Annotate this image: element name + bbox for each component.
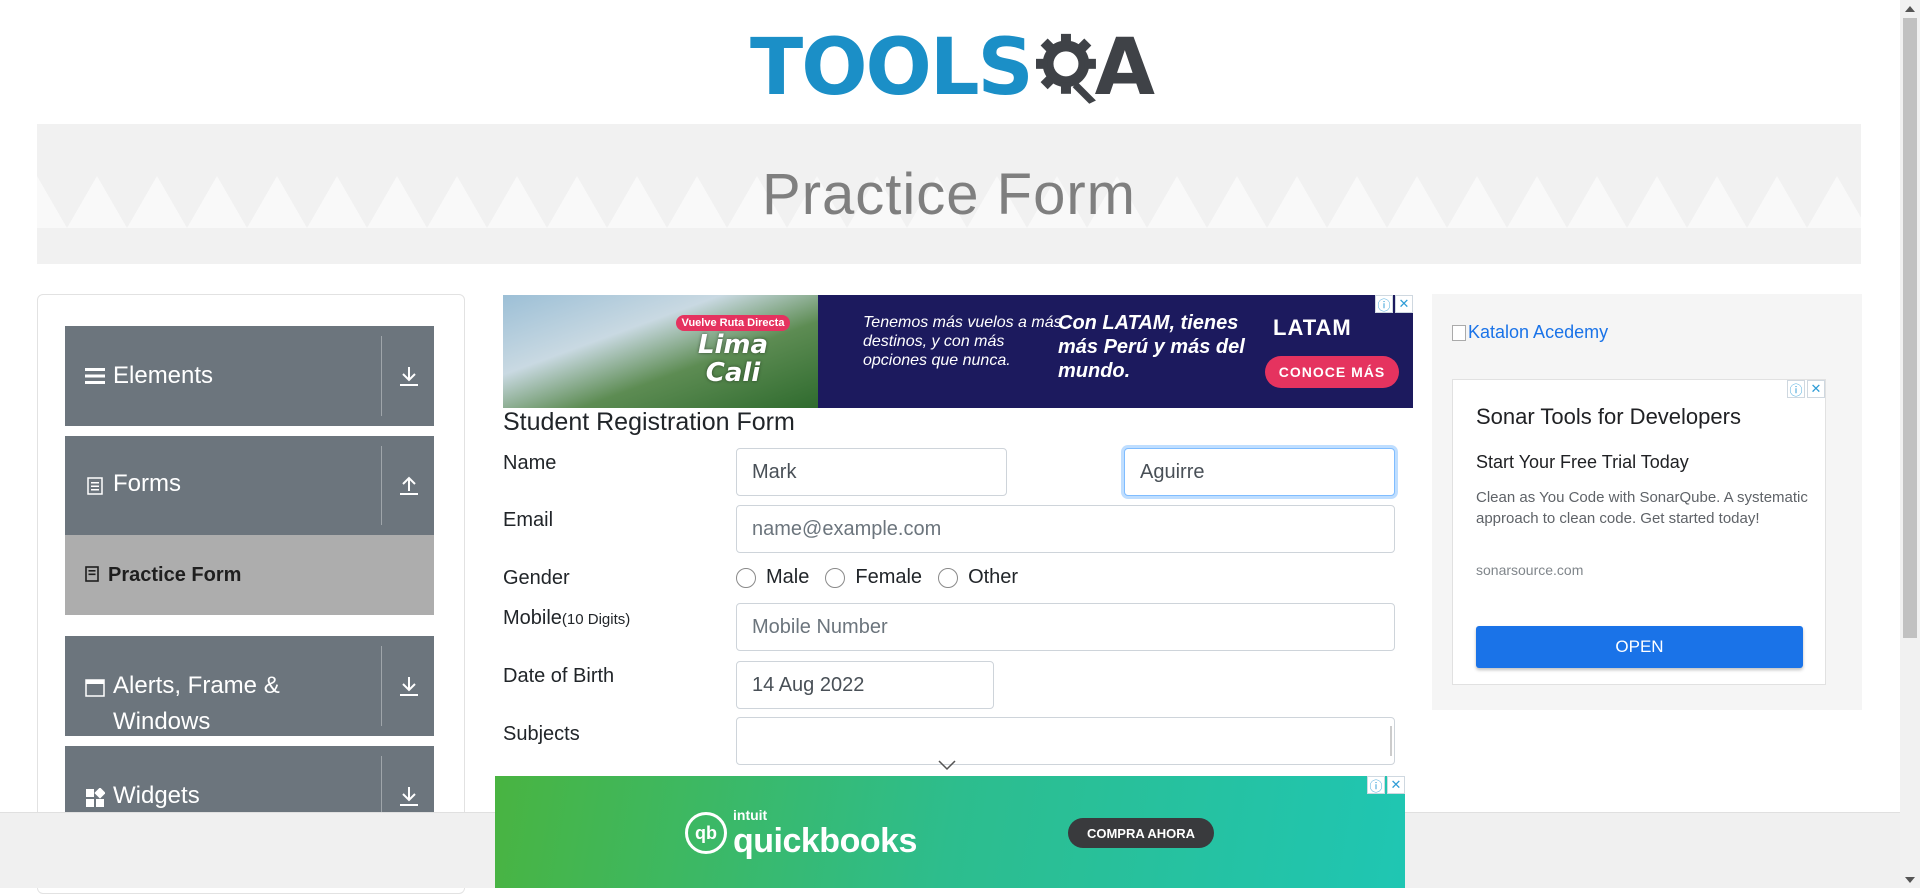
hamburger-icon (85, 366, 105, 386)
sonar-ad-title: Sonar Tools for Developers (1476, 404, 1741, 429)
subjects-label: Subjects (503, 723, 580, 745)
gender-male-radio[interactable]: Male (736, 566, 809, 589)
page-banner: Practice Form (37, 124, 1861, 264)
sidebar-group-forms[interactable]: Forms (65, 436, 434, 535)
sidebar-group-alerts[interactable]: Alerts, Frame & Windows (65, 636, 434, 736)
sidebar-group-label-line2: Windows (113, 708, 211, 735)
download-arrow-icon[interactable] (394, 781, 424, 811)
sonar-ad[interactable]: ⓘ ✕ Sonar Tools for Developers Start You… (1452, 379, 1826, 685)
katalon-ad-alt: Katalon Acedemy (1468, 322, 1609, 342)
divider (381, 646, 382, 726)
page-title: Practice Form (762, 161, 1136, 227)
email-input[interactable] (736, 505, 1395, 553)
ad-badges: ⓘ ✕ (1367, 776, 1405, 794)
upload-arrow-icon[interactable] (394, 470, 424, 500)
mobile-number-input[interactable] (736, 603, 1395, 651)
ad-brand: LATAM (1273, 315, 1352, 340)
widgets-icon (85, 788, 105, 808)
radio-label: Other (968, 566, 1019, 588)
subjects-separator (1390, 726, 1392, 756)
ad-city-1: Lima (697, 330, 769, 360)
divider (381, 446, 382, 525)
last-name-input[interactable] (1124, 448, 1395, 496)
open-button[interactable]: OPEN (1476, 626, 1803, 668)
ad-badges: ⓘ ✕ (1787, 380, 1825, 398)
sidebar-item-label: Practice Form (108, 563, 242, 586)
latam-advertisement[interactable]: Vuelve Ruta Directa Lima Cali Tenemos má… (503, 295, 1413, 408)
divider (381, 336, 382, 416)
sidebar-group-elements[interactable]: Elements (65, 326, 434, 426)
close-icon[interactable]: ✕ (1387, 776, 1405, 794)
quickbooks-logo: qb intuit quickbooks (685, 808, 917, 858)
download-arrow-icon[interactable] (394, 671, 424, 701)
quickbooks-advertisement[interactable]: qb intuit quickbooks COMPRA AHORA ⓘ ✕ (495, 776, 1405, 888)
gear-icon (1035, 33, 1096, 104)
date-of-birth-label: Date of Birth (503, 665, 615, 687)
ad-badges: ⓘ ✕ (1375, 295, 1413, 313)
ad-city-2: Cali (705, 358, 761, 388)
sidebar-item-practice-form[interactable]: Practice Form (65, 535, 434, 615)
sonar-ad-subtitle: Start Your Free Trial Today (1476, 452, 1689, 472)
sidebar-group-label: Alerts, Frame & (113, 672, 280, 699)
sonar-ad-description: Clean as You Code with SonarQube. A syst… (1476, 489, 1808, 527)
ad-cta-button[interactable]: CONOCE MÁS (1265, 356, 1399, 388)
download-arrow-icon[interactable] (394, 361, 424, 391)
logo-letter: A (1094, 23, 1155, 113)
toolsqa-logo[interactable]: TOOLS A (750, 18, 1155, 118)
sidebar: Elements Forms Practice Form Alerts, Fra… (37, 294, 465, 894)
mobile-label: Mobile(10 Digits) (503, 607, 630, 630)
adchoices-icon[interactable]: ⓘ (1367, 776, 1385, 794)
sonar-ad-domain[interactable]: sonarsource.com (1476, 562, 1583, 578)
subjects-input[interactable] (736, 717, 1395, 765)
window-icon (85, 678, 105, 698)
intuit-text: intuit (733, 807, 768, 823)
side-advertisement: Katalon Acedemy ⓘ ✕ Sonar Tools for Deve… (1432, 294, 1862, 710)
logo-text: TOOLS (750, 23, 1034, 113)
ad-route: Vuelve Ruta Directa Lima Cali (673, 313, 793, 387)
sidebar-group-label: Forms (113, 470, 181, 497)
mobile-hint: (10 Digits) (561, 611, 631, 628)
ad-copy-2: Con LATAM, tienes más Perú y más del mun… (1058, 312, 1245, 382)
compra-ahora-button[interactable]: COMPRA AHORA (1068, 818, 1214, 848)
form-icon (85, 566, 99, 587)
sidebar-group-label: Widgets (113, 782, 200, 809)
vertical-scrollbar[interactable] (1900, 0, 1920, 888)
quickbooks-logo-icon: qb (685, 812, 727, 854)
gender-label: Gender (503, 567, 570, 589)
radio-circle[interactable] (736, 567, 756, 588)
broken-image-icon (1452, 324, 1466, 341)
ad-copy-1: Tenemos más vuelos a más destinos, y con… (863, 314, 1062, 369)
close-icon[interactable]: ✕ (1395, 295, 1413, 313)
radio-circle[interactable] (825, 567, 846, 588)
email-label: Email (503, 509, 554, 531)
gender-female-radio[interactable]: Female (825, 566, 922, 589)
mobile-label-text: Mobile (503, 607, 562, 629)
adchoices-icon[interactable]: ⓘ (1787, 380, 1805, 398)
scroll-up-arrow-icon[interactable] (1900, 0, 1920, 17)
gender-other-radio[interactable]: Other (938, 566, 1018, 589)
katalon-ad-link[interactable]: Katalon Acedemy (1452, 322, 1608, 343)
form-title: Student Registration Form (503, 408, 795, 436)
quickbooks-wordmark: intuit quickbooks (733, 808, 917, 858)
gender-radio-group: Male Female Other (736, 566, 1034, 589)
chevron-down-icon[interactable] (937, 759, 957, 771)
first-name-input[interactable] (736, 448, 1007, 496)
radio-circle[interactable] (938, 567, 959, 588)
close-icon[interactable]: ✕ (1807, 380, 1825, 398)
scroll-down-arrow-icon[interactable] (1900, 871, 1920, 888)
quickbooks-text: quickbooks (733, 822, 917, 860)
radio-label: Male (766, 566, 810, 588)
document-icon (85, 476, 105, 496)
name-label: Name (503, 452, 557, 474)
radio-label: Female (855, 566, 923, 588)
date-of-birth-input[interactable] (736, 661, 994, 709)
ad-route-badge: Vuelve Ruta Directa (675, 315, 791, 331)
adchoices-icon[interactable]: ⓘ (1375, 295, 1393, 313)
sidebar-group-label: Elements (113, 362, 214, 389)
scrollbar-thumb[interactable] (1903, 18, 1917, 638)
